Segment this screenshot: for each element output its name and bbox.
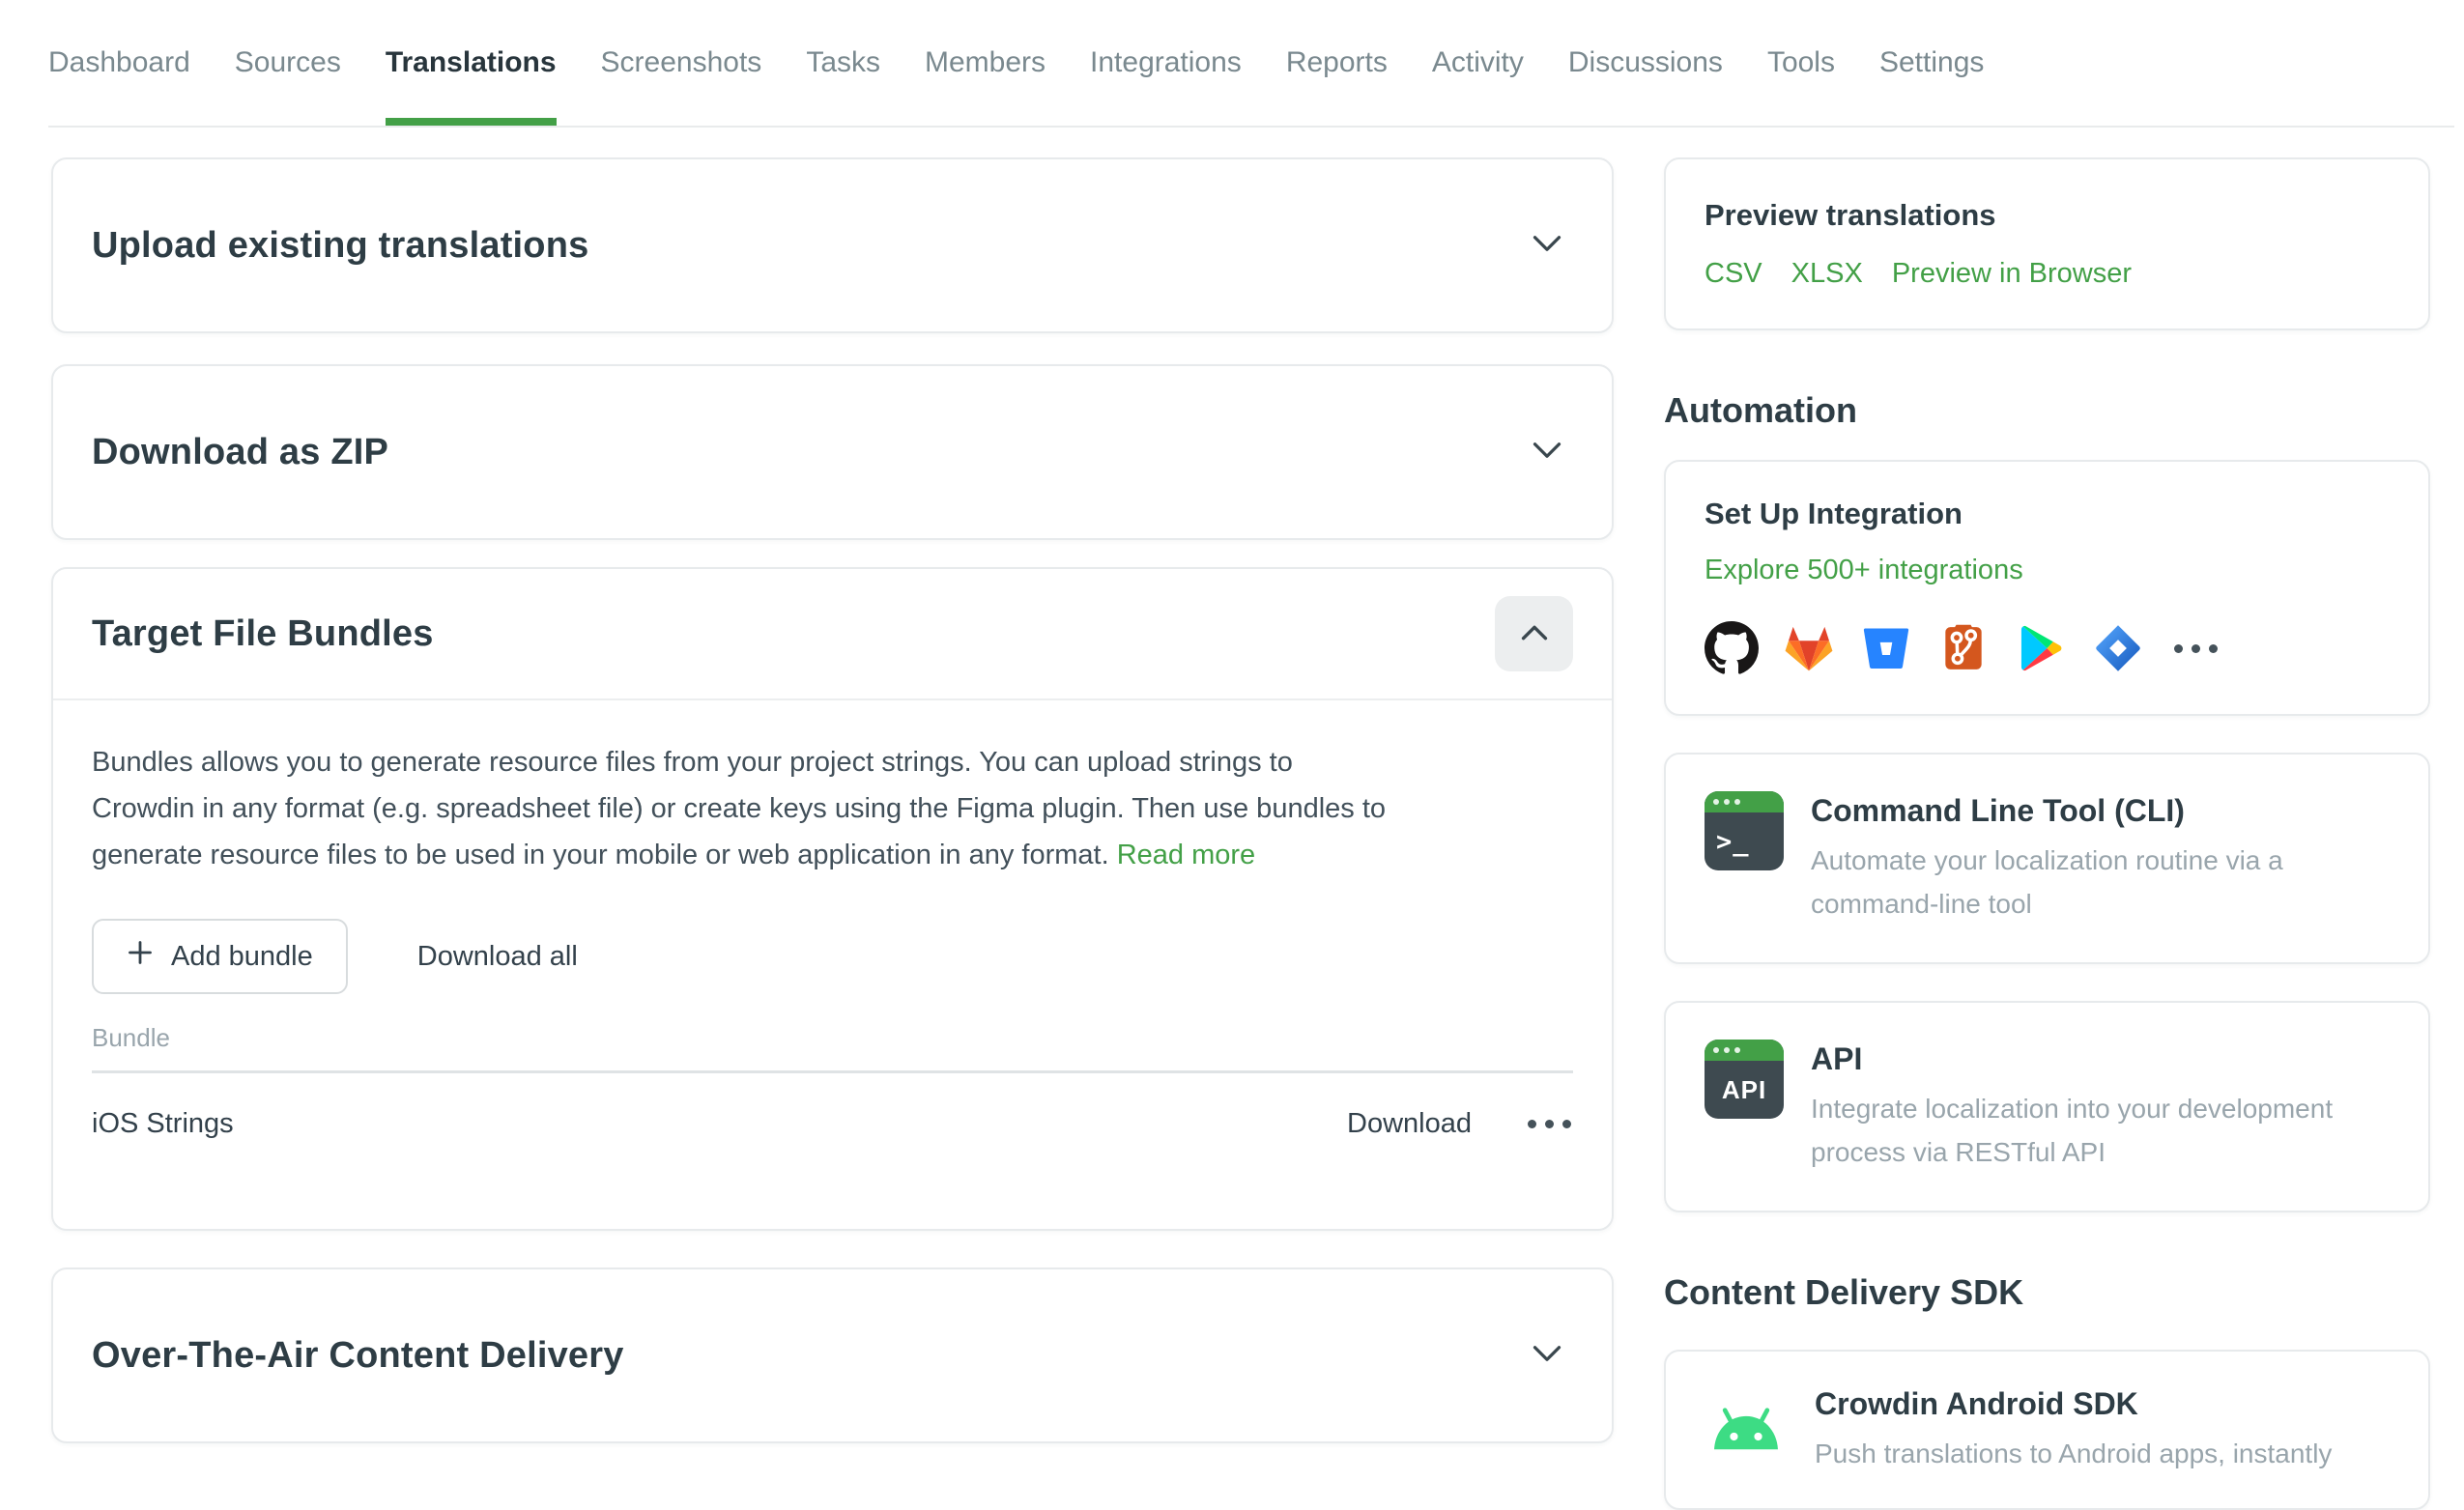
api-card[interactable]: API API Integrate localization into your… xyxy=(1664,1001,2430,1212)
api-text: API Integrate localization into your dev… xyxy=(1811,1040,2390,1174)
table-row: iOS Strings Download xyxy=(92,1073,1573,1177)
chevron-down-icon[interactable] xyxy=(1533,235,1561,257)
download-zip-accordion[interactable]: Download as ZIP xyxy=(51,364,1614,540)
csv-link[interactable]: CSV xyxy=(1705,258,1762,290)
bundle-download-link[interactable]: Download xyxy=(1347,1108,1472,1140)
preview-links: CSV XLSX Preview in Browser xyxy=(1705,258,2390,290)
tab-tasks[interactable]: Tasks xyxy=(806,0,880,126)
tab-reports[interactable]: Reports xyxy=(1286,0,1388,126)
chevron-down-icon[interactable] xyxy=(1533,442,1561,464)
download-zip-title: Download as ZIP xyxy=(92,432,388,473)
cli-subtitle: Automate your localization routine via a… xyxy=(1811,839,2352,926)
cli-title: Command Line Tool (CLI) xyxy=(1811,793,2352,829)
tab-screenshots[interactable]: Screenshots xyxy=(601,0,762,126)
target-file-bundles-header[interactable]: Target File Bundles xyxy=(53,569,1612,700)
cli-card[interactable]: >_ Command Line Tool (CLI) Automate your… xyxy=(1664,753,2430,964)
add-bundle-button[interactable]: Add bundle xyxy=(92,919,348,994)
xlsx-link[interactable]: XLSX xyxy=(1791,258,1863,290)
cli-text: Command Line Tool (CLI) Automate your lo… xyxy=(1811,791,2352,926)
explore-integrations-link[interactable]: Explore 500+ integrations xyxy=(1705,555,2023,586)
project-tabs: Dashboard Sources Translations Screenshots T… xyxy=(48,0,2454,128)
git-icon[interactable] xyxy=(1936,621,1991,675)
tab-settings[interactable]: Settings xyxy=(1879,0,1984,126)
terminal-icon: >_ xyxy=(1705,791,1784,870)
tab-activity[interactable]: Activity xyxy=(1432,0,1524,126)
sidebar: Preview translations CSV XLSX Preview in… xyxy=(1664,157,2430,1510)
upload-translations-accordion[interactable]: Upload existing translations xyxy=(51,157,1614,333)
content-delivery-sdk-heading: Content Delivery SDK xyxy=(1664,1272,2430,1313)
android-sdk-title: Crowdin Android SDK xyxy=(1815,1386,2332,1422)
tab-members[interactable]: Members xyxy=(925,0,1046,126)
android-icon xyxy=(1705,1398,1788,1463)
bundle-name: iOS Strings xyxy=(92,1108,1347,1140)
automation-heading: Automation xyxy=(1664,390,2430,431)
bitbucket-icon[interactable] xyxy=(1859,621,1913,675)
api-icon-label: API xyxy=(1705,1061,1784,1119)
ota-accordion[interactable]: Over-The-Air Content Delivery xyxy=(51,1268,1614,1443)
read-more-link[interactable]: Read more xyxy=(1117,840,1255,870)
left-column: Upload existing translations Download as… xyxy=(51,157,1614,1443)
tab-translations[interactable]: Translations xyxy=(386,0,557,126)
gitlab-icon[interactable] xyxy=(1782,621,1836,675)
preview-in-browser-link[interactable]: Preview in Browser xyxy=(1892,258,2132,290)
bundle-rows: iOS Strings Download xyxy=(92,1073,1573,1177)
bundles-description-line: generate resource files to be used in yo… xyxy=(92,832,1573,878)
target-file-bundles-body: Bundles allows you to generate resource … xyxy=(53,739,1612,1229)
more-integrations-icon[interactable] xyxy=(2172,639,2220,659)
android-sdk-card[interactable]: Crowdin Android SDK Push translations to… xyxy=(1664,1350,2430,1510)
main-content: Upload existing translations Download as… xyxy=(0,128,2464,1505)
github-icon[interactable] xyxy=(1705,621,1759,675)
bundle-actions: Add bundle Download all xyxy=(92,919,1573,994)
android-sdk-text: Crowdin Android SDK Push translations to… xyxy=(1815,1384,2332,1475)
preview-translations-card: Preview translations CSV XLSX Preview in… xyxy=(1664,157,2430,330)
set-up-integration-card: Set Up Integration Explore 500+ integrat… xyxy=(1664,460,2430,716)
tab-discussions[interactable]: Discussions xyxy=(1568,0,1723,126)
ota-title: Over-The-Air Content Delivery xyxy=(92,1335,624,1377)
preview-translations-title: Preview translations xyxy=(1705,198,2390,233)
bundle-column-header: Bundle xyxy=(92,1023,1573,1053)
google-play-icon[interactable] xyxy=(2014,621,2068,675)
plus-icon xyxy=(127,939,154,974)
api-subtitle: Integrate localization into your develop… xyxy=(1811,1087,2390,1174)
terminal-prompt: >_ xyxy=(1705,812,1784,870)
collapse-button[interactable] xyxy=(1495,596,1573,671)
add-bundle-label: Add bundle xyxy=(171,941,313,973)
integration-icons xyxy=(1705,621,2390,675)
download-all-link[interactable]: Download all xyxy=(417,941,578,973)
android-sdk-subtitle: Push translations to Android apps, insta… xyxy=(1815,1432,2332,1475)
ellipsis-menu-icon[interactable] xyxy=(1526,1114,1573,1134)
bundles-description-line: Crowdin in any format (e.g. spreadsheet … xyxy=(92,785,1573,832)
chevron-down-icon[interactable] xyxy=(1533,1345,1561,1367)
bundles-description-line: Bundles allows you to generate resource … xyxy=(92,739,1573,785)
tab-tools[interactable]: Tools xyxy=(1767,0,1835,126)
jira-icon[interactable] xyxy=(2091,621,2145,675)
api-title: API xyxy=(1811,1041,2390,1077)
bundles-description: Bundles allows you to generate resource … xyxy=(92,739,1573,878)
upload-translations-title: Upload existing translations xyxy=(92,225,588,267)
tab-integrations[interactable]: Integrations xyxy=(1090,0,1242,126)
tab-sources[interactable]: Sources xyxy=(235,0,341,126)
chevron-up-icon xyxy=(1521,625,1548,643)
set-up-integration-title: Set Up Integration xyxy=(1705,497,2390,531)
target-file-bundles-card: Target File Bundles Bundles allows you t… xyxy=(51,567,1614,1231)
api-icon: API xyxy=(1705,1040,1784,1119)
tab-dashboard[interactable]: Dashboard xyxy=(48,0,190,126)
target-file-bundles-title: Target File Bundles xyxy=(92,613,434,655)
